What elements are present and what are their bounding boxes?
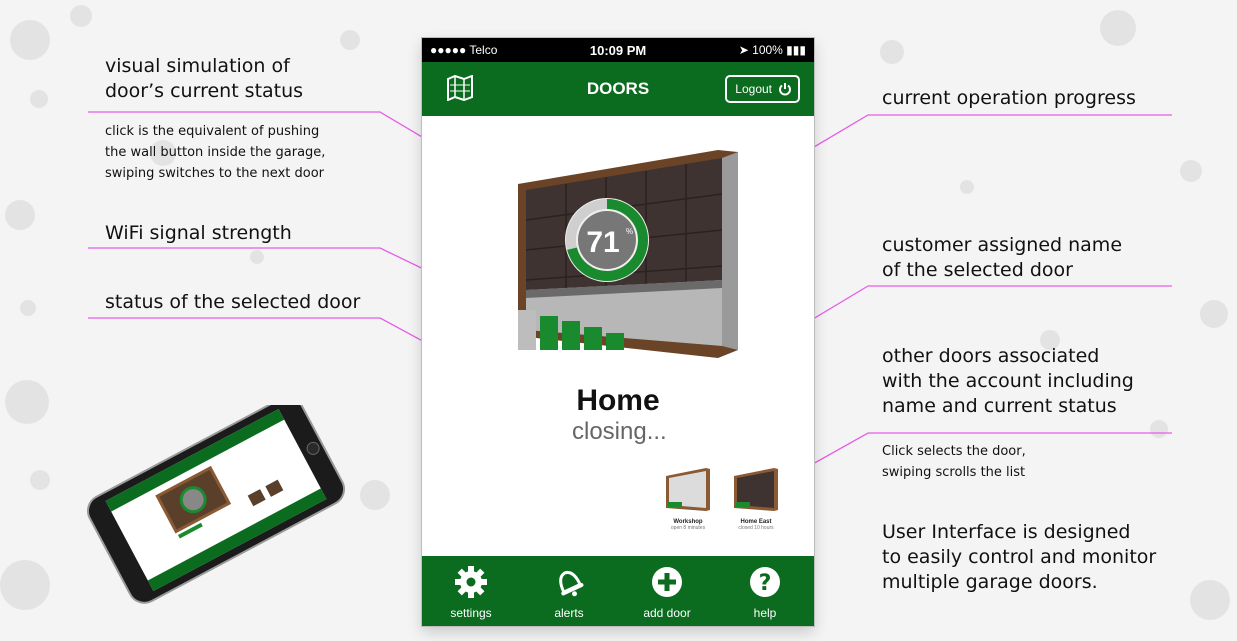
carrier-label: ●●●●● Telco — [430, 43, 498, 57]
door-thumbnail-icon — [734, 468, 778, 511]
annotation-name: customer assigned name of the selected d… — [882, 233, 1122, 283]
signal-bar-3 — [562, 321, 580, 350]
progress-unit: % — [626, 227, 633, 236]
annotation-wifi: WiFi signal strength — [105, 222, 292, 244]
phone-illustration — [86, 405, 346, 604]
annotation-visual-sim-line-2: door’s current status — [105, 80, 304, 102]
other-door-status: open 8 minutes — [670, 525, 706, 531]
nav-label: add door — [643, 606, 691, 620]
other-door-home-east[interactable]: Home East closed 10 hours — [728, 468, 784, 531]
signal-bar-2 — [540, 316, 558, 350]
question-icon: ? — [750, 567, 780, 597]
annotation-progress: current operation progress — [882, 87, 1136, 109]
progress-value: 71 — [586, 226, 619, 259]
annotation-visual-sim-desc-line-2: the wall button inside the garage, — [105, 145, 326, 160]
door-thumbnail-icon — [666, 468, 710, 511]
annotation-visual-sim: visual simulation of door’s current stat… — [105, 54, 303, 104]
gear-icon — [455, 566, 487, 598]
status-bar: ●●●●● Telco 10:09 PM ➤ 100% ▮▮▮ — [422, 38, 814, 62]
annotation-other-doors-desc-line-1: Click selects the door, — [882, 444, 1026, 459]
progress-ring: 71 % — [565, 198, 649, 282]
svg-text:?: ? — [759, 571, 772, 596]
annotation-name-line-1: customer assigned name — [882, 234, 1123, 256]
other-door-status: closed 10 hours — [738, 525, 774, 531]
annotation-other-doors-line-1: other doors associated — [882, 345, 1100, 367]
door-side-wall — [722, 152, 738, 350]
phone-screen: ●●●●● Telco 10:09 PM ➤ 100% ▮▮▮ DOORS Lo… — [422, 38, 814, 626]
nav-label: settings — [450, 606, 492, 620]
bottom-nav: settings alerts add door ? help — [422, 556, 814, 626]
battery-percent: 100% — [752, 43, 783, 57]
plus-icon — [652, 567, 682, 597]
nav-label: alerts — [554, 606, 584, 620]
annotation-visual-sim-desc-line-1: click is the equivalent of pushing — [105, 124, 320, 139]
annotation-visual-sim-desc: click is the equivalent of pushing the w… — [105, 121, 325, 184]
wifi-signal-bars — [518, 310, 624, 350]
door-status: closing... — [572, 418, 667, 445]
annotation-visual-sim-desc-line-3: swiping switches to the next door — [105, 166, 324, 181]
annotation-ui-summary-line-1: User Interface is designed — [882, 521, 1131, 543]
bell-icon — [559, 570, 584, 597]
nav-label: help — [753, 606, 777, 620]
annotation-other-doors-desc-line-2: swiping scrolls the list — [882, 465, 1026, 480]
signal-bar-5 — [606, 333, 624, 350]
annotation-other-doors-line-2: with the account including — [882, 370, 1134, 392]
annotation-ui-summary: User Interface is designed to easily con… — [882, 520, 1156, 595]
annotation-other-doors: other doors associated with the account … — [882, 344, 1134, 419]
power-icon — [779, 83, 791, 96]
annotation-ui-summary-line-2: to easily control and monitor — [882, 546, 1157, 568]
signal-bar-1 — [518, 310, 536, 350]
signal-bar-4 — [584, 327, 602, 350]
door-name: Home — [576, 384, 660, 417]
nav-alerts[interactable]: alerts — [529, 556, 609, 620]
annotation-ui-summary-line-3: multiple garage doors. — [882, 571, 1098, 593]
battery-indicator: ➤ 100% ▮▮▮ — [738, 43, 806, 57]
nav-help[interactable]: ? help — [725, 556, 805, 620]
nav-add-door[interactable]: add door — [627, 556, 707, 620]
annotation-name-line-2: of the selected door — [882, 259, 1073, 281]
logout-label: Logout — [735, 82, 772, 96]
logout-button[interactable]: Logout — [725, 75, 800, 103]
nav-settings[interactable]: settings — [431, 556, 511, 620]
annotation-status: status of the selected door — [105, 291, 361, 313]
annotation-other-doors-desc: Click selects the door, swiping scrolls … — [882, 441, 1026, 483]
annotation-visual-sim-line-1: visual simulation of — [105, 55, 290, 77]
other-door-workshop[interactable]: Workshop open 8 minutes — [660, 468, 716, 531]
top-bar: DOORS Logout — [422, 62, 814, 116]
annotation-other-doors-line-3: name and current status — [882, 395, 1117, 417]
clock: 10:09 PM — [589, 42, 647, 58]
